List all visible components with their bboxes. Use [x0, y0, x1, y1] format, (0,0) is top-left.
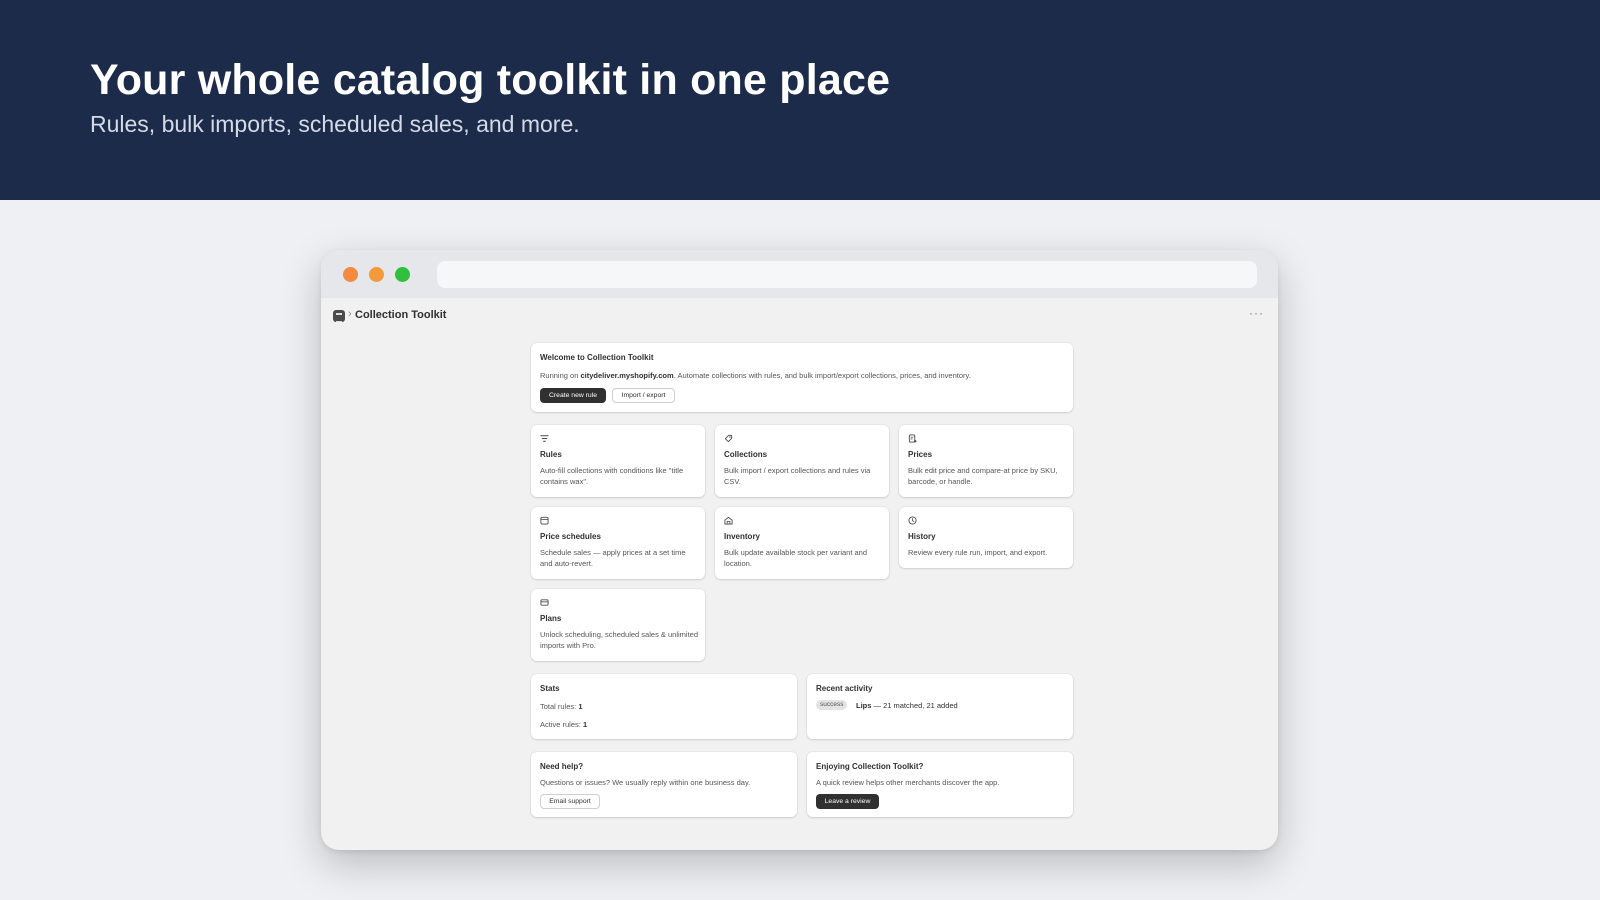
welcome-text-prefix: Running on [540, 371, 581, 380]
browser-chrome [321, 250, 1278, 298]
shop-domain: citydeliver.myshopify.com [580, 371, 674, 380]
welcome-text-suffix: . Automate collections with rules, and b… [673, 371, 971, 380]
total-rules-label: Total rules: [540, 702, 579, 711]
review-text: A quick review helps other merchants dis… [816, 778, 1000, 787]
total-rules-value: 1 [578, 702, 583, 711]
need-help-card: Need help? Questions or issues? We usual… [531, 752, 797, 817]
recent-activity-card: Recent activity success Lips — 21 matche… [807, 674, 1073, 739]
review-title: Enjoying Collection Toolkit? [816, 762, 924, 771]
browser-window: › Collection Toolkit ··· Welcome to Coll… [321, 250, 1278, 850]
breadcrumb-chevron-icon: › [348, 308, 352, 320]
app-title: Collection Toolkit [355, 309, 447, 321]
address-bar[interactable] [437, 261, 1257, 288]
import-export-button[interactable]: Import / export [612, 388, 675, 403]
feature-card-rules[interactable]: Rules Auto-fill collections with conditi… [531, 425, 705, 497]
price-list-icon [908, 434, 917, 443]
feature-title: History [908, 532, 936, 541]
feature-card-history[interactable]: History Review every rule run, import, a… [899, 507, 1073, 568]
credit-card-icon [540, 598, 549, 607]
need-help-title: Need help? [540, 762, 584, 771]
feature-title: Collections [724, 450, 768, 459]
feature-card-prices[interactable]: Prices Bulk edit price and compare-at pr… [899, 425, 1073, 497]
feature-description: Auto-fill collections with conditions li… [540, 466, 684, 486]
app-topbar: › Collection Toolkit ··· [321, 298, 1278, 334]
feature-description: Schedule sales — apply prices at a set t… [540, 548, 686, 568]
active-rules-value: 1 [582, 720, 588, 729]
feature-description: Bulk edit price and compare-at price by … [908, 466, 1058, 486]
maximize-window-button[interactable] [395, 267, 410, 282]
feature-card-inventory[interactable]: Inventory Bulk update available stock pe… [715, 507, 889, 579]
hero-subtitle: Rules, bulk imports, scheduled sales, an… [90, 111, 580, 137]
feature-title: Inventory [724, 532, 761, 541]
feature-title: Prices [908, 450, 933, 459]
recent-activity-title: Recent activity [816, 684, 873, 693]
close-window-button[interactable] [343, 267, 358, 282]
leave-review-button[interactable]: Leave a review [816, 794, 879, 809]
calendar-icon [540, 516, 549, 525]
feature-title: Rules [540, 450, 562, 459]
minimize-window-button[interactable] [369, 267, 384, 282]
feature-title: Price schedules [540, 532, 601, 541]
feature-description: Unlock scheduling, scheduled sales & unl… [540, 630, 699, 650]
review-card: Enjoying Collection Toolkit? A quick rev… [807, 752, 1073, 817]
feature-description: Review every rule run, import, and expor… [908, 548, 1048, 557]
welcome-text: Running on citydeliver.myshopify.com. Au… [540, 370, 1070, 381]
need-help-text: Questions or issues? We usually reply wi… [540, 778, 751, 787]
status-badge: success [816, 700, 848, 710]
feature-description: Bulk import / export collections and rul… [724, 466, 871, 486]
activity-detail: — 21 matched, 21 added [871, 701, 958, 710]
feature-card-plans[interactable]: Plans Unlock scheduling, scheduled sales… [531, 589, 705, 661]
welcome-title: Welcome to Collection Toolkit [540, 353, 654, 362]
stats-card: Stats Total rules: 1 Active rules: 1 [531, 674, 797, 739]
filter-icon [540, 434, 549, 443]
app-icon[interactable] [333, 310, 345, 322]
hero-title: Your whole catalog toolkit in one place [90, 56, 891, 104]
total-rules-stat: Total rules: 1 [540, 701, 583, 712]
activity-entry[interactable]: Lips — 21 matched, 21 added [856, 700, 958, 711]
feature-card-price-schedules[interactable]: Price schedules Schedule sales — apply p… [531, 507, 705, 579]
tag-icon [724, 434, 733, 443]
clock-icon [908, 516, 917, 525]
create-new-rule-button[interactable]: Create new rule [540, 388, 606, 403]
feature-card-collections[interactable]: Collections Bulk import / export collect… [715, 425, 889, 497]
more-actions-icon[interactable]: ··· [1249, 306, 1264, 320]
warehouse-icon [724, 516, 733, 525]
active-rules-stat: Active rules: 1 [540, 719, 587, 730]
feature-description: Bulk update available stock per variant … [724, 548, 868, 568]
hero-banner: Your whole catalog toolkit in one place … [0, 0, 1600, 200]
welcome-card: Welcome to Collection Toolkit Running on… [531, 343, 1073, 412]
activity-rule-name: Lips [856, 701, 872, 710]
feature-title: Plans [540, 614, 562, 623]
active-rules-label: Active rules: [540, 720, 583, 729]
stats-title: Stats [540, 684, 560, 693]
email-support-button[interactable]: Email support [540, 794, 600, 809]
